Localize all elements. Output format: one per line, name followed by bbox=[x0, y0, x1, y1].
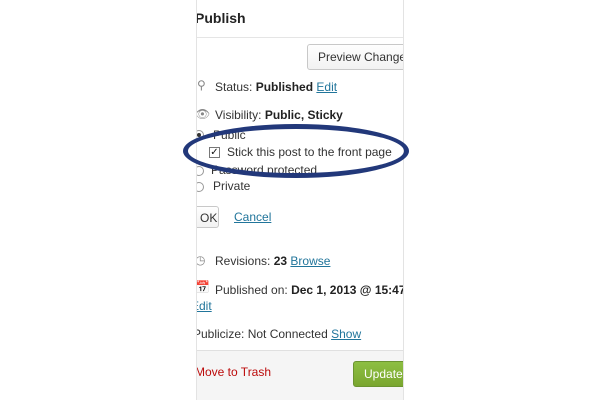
history-icon: ◷ bbox=[196, 253, 206, 267]
panel-title: Publish bbox=[196, 10, 246, 26]
status-value: Published bbox=[255, 80, 314, 94]
published-edit-link[interactable]: Edit bbox=[197, 299, 212, 313]
status-label: Status: bbox=[215, 80, 253, 94]
preview-changes-button[interactable]: Preview Changes bbox=[307, 44, 403, 70]
radio-password[interactable] bbox=[197, 166, 204, 176]
panel-footer: Move to Trash Update bbox=[197, 350, 403, 400]
radio-public[interactable] bbox=[197, 130, 204, 140]
radio-password-label: Password protected bbox=[211, 163, 318, 177]
panel-header: Publish bbox=[197, 0, 403, 38]
status-edit-link[interactable]: Edit bbox=[316, 80, 337, 94]
revisions-count: 23 bbox=[273, 254, 288, 268]
publicize-show-link[interactable]: Show bbox=[331, 327, 361, 341]
revisions-label: Revisions: bbox=[215, 254, 271, 268]
revisions-row: Revisions: 23 Browse bbox=[215, 254, 330, 268]
radio-public-label: Public bbox=[213, 128, 246, 142]
move-to-trash-link[interactable]: Move to Trash bbox=[197, 365, 271, 379]
pin-icon: ⚲ bbox=[197, 78, 206, 92]
status-row: Status: Published Edit bbox=[215, 80, 337, 94]
visibility-label: Visibility: bbox=[215, 108, 262, 122]
sticky-checkbox[interactable]: ✓ bbox=[209, 147, 220, 158]
published-on-row: Published on: Dec 1, 2013 @ 15:47 bbox=[215, 283, 404, 297]
published-on-value: Dec 1, 2013 @ 15:47 bbox=[291, 283, 404, 297]
radio-private-label: Private bbox=[213, 179, 251, 193]
publicize-label: Publicize: Not Connected bbox=[196, 327, 328, 341]
revisions-browse-link[interactable]: Browse bbox=[290, 254, 330, 268]
visibility-row: Visibility: Public, Sticky bbox=[215, 108, 343, 122]
publish-panel: Publish Preview Changes ⚲ Status: Publis… bbox=[196, 0, 404, 400]
published-on-label: Published on: bbox=[215, 283, 288, 297]
update-button[interactable]: Update bbox=[353, 361, 403, 387]
sticky-checkbox-label: Stick this post to the front page bbox=[227, 145, 392, 159]
publicize-row: Publicize: Not Connected Show bbox=[196, 327, 361, 341]
radio-private[interactable] bbox=[197, 182, 204, 192]
calendar-icon: 📅 bbox=[196, 280, 210, 294]
visibility-value: Public, Sticky bbox=[264, 108, 343, 122]
eye-icon: 👁 bbox=[196, 107, 211, 121]
cancel-link[interactable]: Cancel bbox=[234, 210, 271, 224]
ok-button[interactable]: OK bbox=[197, 206, 219, 228]
